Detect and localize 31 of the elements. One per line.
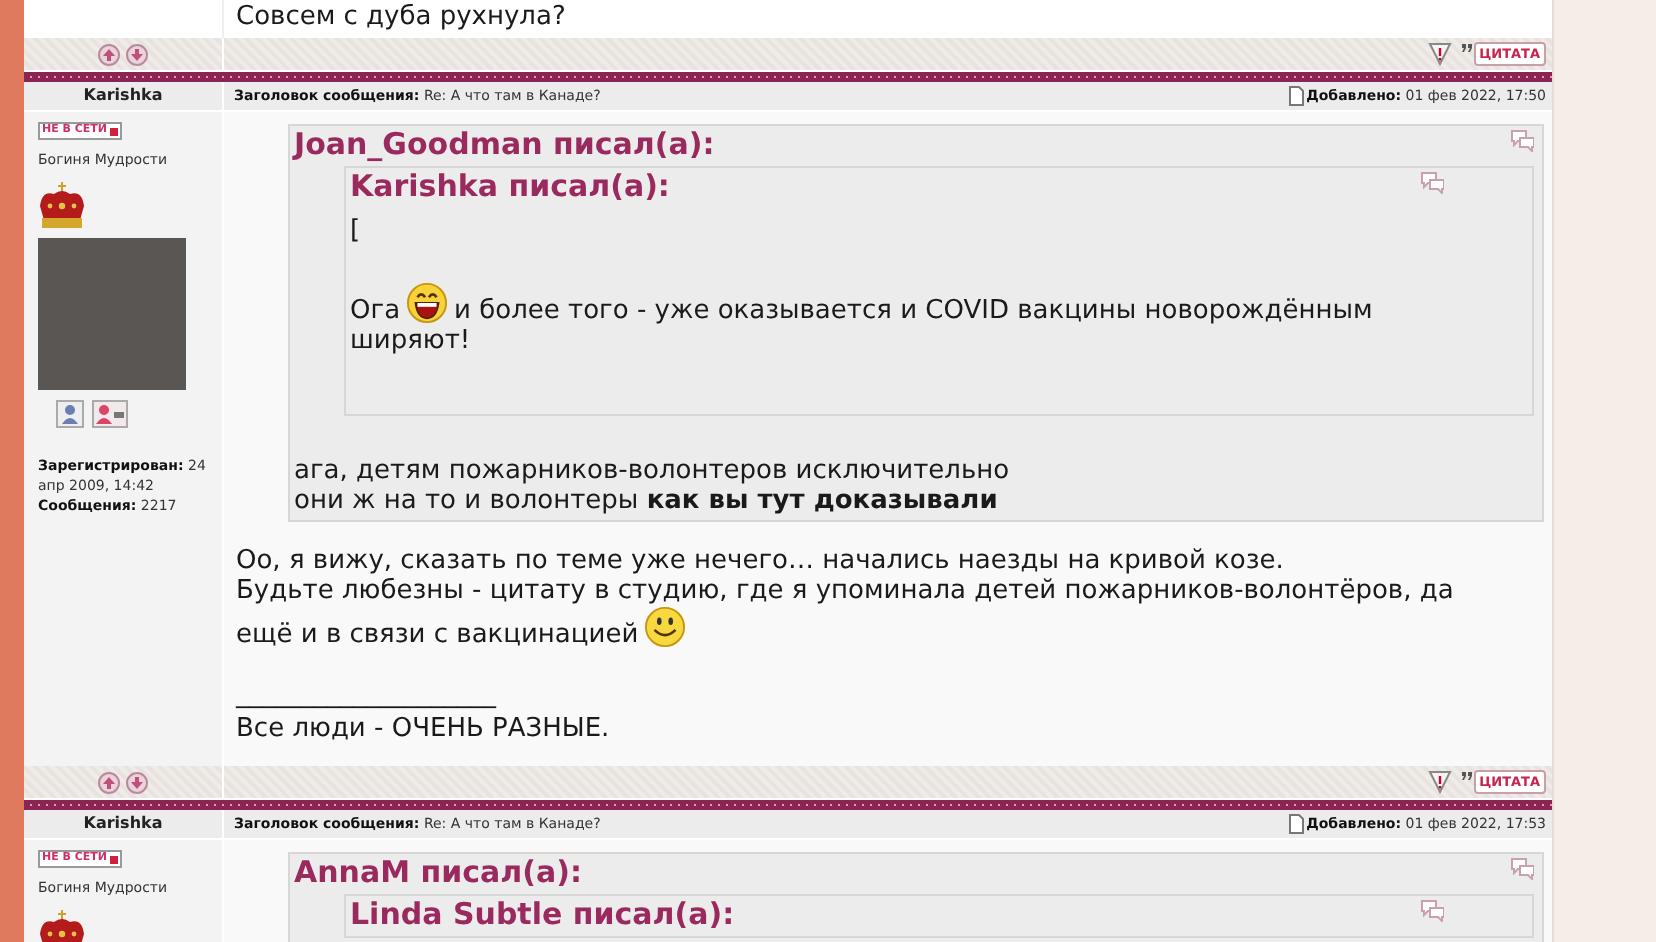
quote-author: Karishka писал(а): bbox=[350, 170, 670, 204]
text-line: Оо, я вижу, сказать по теме уже нечего… начались наезды на кривой козе. bbox=[236, 546, 1286, 576]
text-line: [ bbox=[350, 216, 363, 246]
quote-author: Linda Subtle писал(а): bbox=[350, 898, 735, 932]
author-name: Karishka bbox=[83, 814, 163, 832]
text-line: они ж на то и волонтеры как вы тут доказывали bbox=[294, 486, 1000, 516]
profile-icon[interactable] bbox=[56, 400, 84, 428]
text-line: Ога и более того - уже оказывается и COVID вакцины новорождённым ширяют! bbox=[350, 282, 1444, 356]
report-icon[interactable] bbox=[1427, 42, 1452, 66]
reply-icon[interactable] bbox=[1420, 898, 1444, 922]
signature-rule: ____________________ bbox=[236, 678, 499, 712]
quote-mark-icon bbox=[1459, 42, 1474, 54]
up-arrow-icon[interactable] bbox=[98, 771, 120, 793]
smiley-icon bbox=[644, 606, 687, 648]
author-name: Karishka bbox=[83, 86, 163, 104]
reply-icon[interactable] bbox=[1510, 856, 1534, 880]
down-arrow-icon[interactable] bbox=[126, 771, 148, 793]
quote-mark-icon bbox=[1459, 770, 1474, 782]
reply-icon[interactable] bbox=[1510, 128, 1534, 152]
text-line: ага, детям пожарников-волонтеров исключительно bbox=[294, 456, 1012, 486]
reply-icon[interactable] bbox=[1420, 170, 1444, 194]
quote-author: AnnaM писал(а): bbox=[294, 856, 582, 890]
text-line: Будьте любезны - цитату в студию, где я упоминала детей пожарников-волонтёров, да ещё и в связи с вакцинацией bbox=[236, 576, 1456, 650]
signature-text: Все люди - ОЧЕНЬ РАЗНЫЕ. bbox=[236, 712, 612, 746]
laughing-smiley-icon bbox=[406, 282, 449, 324]
report-icon[interactable] bbox=[1427, 770, 1452, 794]
up-arrow-icon[interactable] bbox=[98, 43, 120, 65]
message-icon[interactable] bbox=[92, 400, 128, 428]
quote-author: Joan_Goodman писал(а): bbox=[294, 128, 715, 162]
post-text: Совсем с дуба рухнула? bbox=[234, 0, 568, 36]
down-arrow-icon[interactable] bbox=[126, 43, 148, 65]
